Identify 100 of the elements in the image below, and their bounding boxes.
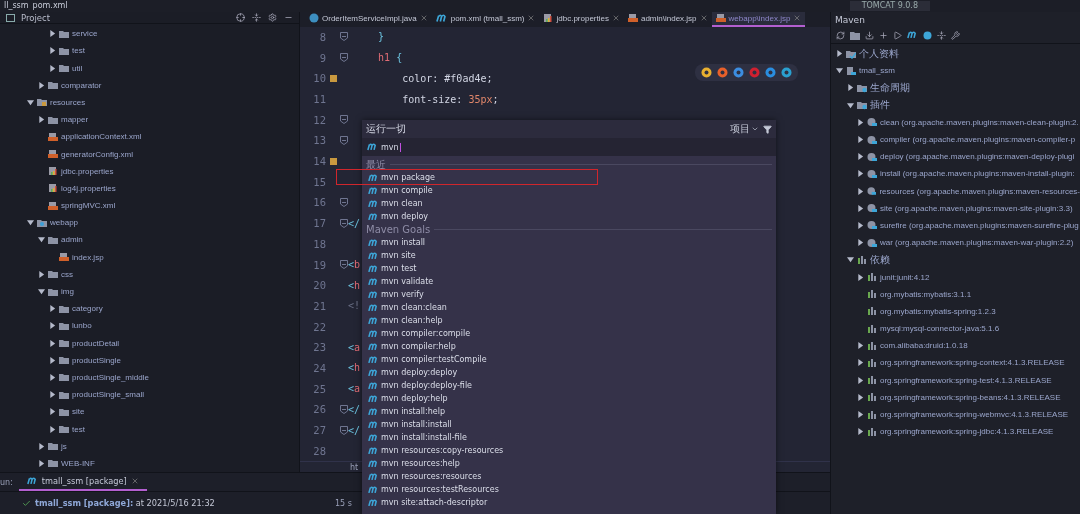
fold-icon[interactable] (340, 218, 348, 228)
fold-icon[interactable] (340, 32, 348, 42)
tree-item[interactable]: 依赖 (869, 252, 890, 267)
breadcrumb-item[interactable]: pom.xml (32, 1, 68, 11)
settings-icon[interactable] (951, 30, 960, 40)
command-item[interactable]: mvn validate (362, 275, 434, 288)
tree-item[interactable]: compiler (org.apache.maven.plugins:maven-compiler-p (880, 135, 1076, 145)
command-item[interactable]: mvn compiler:compile (362, 327, 471, 340)
editor-tab[interactable]: jdbc.properties (539, 12, 624, 27)
command-item[interactable]: mvn install (362, 236, 426, 249)
tree-item[interactable]: org.springframework:spring-context:4.1.3.RELEASE (880, 358, 1065, 368)
browser-icon[interactable] (733, 67, 744, 78)
collapsed-arrow-icon[interactable] (857, 411, 864, 419)
collapsed-arrow-icon[interactable] (49, 373, 56, 381)
tree-item[interactable]: war (org.apache.maven.plugins:maven-war-plugin:2.2) (880, 238, 1074, 248)
close-icon[interactable] (130, 477, 139, 485)
fold-icon[interactable] (340, 404, 348, 414)
expanded-arrow-icon[interactable] (27, 219, 34, 227)
tree-item[interactable]: css (61, 269, 73, 279)
run-tab[interactable]: tmall_ssm [package] (18, 473, 147, 491)
collapsed-arrow-icon[interactable] (38, 81, 45, 89)
collapsed-arrow-icon[interactable] (49, 305, 56, 313)
tree-item[interactable]: mapper (61, 115, 89, 125)
fold-icon[interactable] (340, 260, 348, 269)
search-field[interactable]: mvn (362, 138, 776, 156)
run-configuration-dropdown[interactable]: TOMCAT 9.0.8 (849, 1, 930, 11)
collapsed-arrow-icon[interactable] (857, 239, 864, 247)
collapsed-arrow-icon[interactable] (846, 84, 854, 92)
command-item[interactable]: mvn resources:testResources (362, 483, 499, 496)
download-icon[interactable] (865, 30, 874, 40)
editor-tab[interactable]: OrderItemServiceImpl.java (305, 12, 432, 27)
collapsed-arrow-icon[interactable] (857, 204, 864, 212)
command-item[interactable]: mvn clean (362, 197, 423, 210)
close-icon[interactable] (699, 14, 708, 23)
tree-item[interactable]: productSingle_middle (72, 372, 149, 382)
command-item[interactable]: mvn package (362, 171, 435, 184)
tree-item[interactable]: log4j.properties (61, 183, 116, 193)
expanded-arrow-icon[interactable] (846, 256, 854, 264)
expanded-arrow-icon[interactable] (38, 288, 45, 296)
tree-item[interactable]: webapp (50, 218, 79, 228)
command-item[interactable]: mvn compiler:testCompile (362, 353, 487, 366)
tree-item[interactable]: resources (50, 97, 86, 107)
fold-icon[interactable] (340, 425, 348, 435)
expanded-arrow-icon[interactable] (836, 67, 843, 75)
collapsed-arrow-icon[interactable] (857, 187, 864, 195)
command-item[interactable]: mvn deploy (362, 210, 429, 223)
fold-icon[interactable] (340, 53, 348, 63)
fold-icon[interactable] (340, 135, 348, 145)
tree-item[interactable]: resources (org.apache.maven.plugins:maven-resources- (879, 186, 1080, 196)
toggle-icon[interactable] (923, 30, 932, 40)
command-item[interactable]: mvn deploy:deploy (362, 366, 458, 379)
collapsed-arrow-icon[interactable] (857, 428, 864, 436)
collapsed-arrow-icon[interactable] (857, 170, 864, 178)
collapsed-arrow-icon[interactable] (49, 64, 56, 72)
command-item[interactable]: mvn deploy:deploy-file (362, 379, 473, 392)
collapsed-arrow-icon[interactable] (836, 50, 843, 58)
collapsed-arrow-icon[interactable] (38, 116, 45, 124)
tree-item[interactable]: jdbc.properties (61, 166, 114, 176)
collapsed-arrow-icon[interactable] (49, 391, 56, 399)
collapsed-arrow-icon[interactable] (38, 270, 45, 278)
browser-icon[interactable] (765, 67, 776, 78)
tree-item[interactable]: install (org.apache.maven.plugins:maven-install-plugin: (880, 169, 1075, 179)
command-item[interactable]: mvn site (362, 249, 416, 262)
scope-dropdown[interactable]: 项目 (730, 122, 759, 136)
tree-item[interactable]: comparator (61, 80, 102, 90)
breadcrumb-item[interactable]: ll_ssm (4, 1, 29, 11)
command-item[interactable]: mvn test (362, 262, 417, 275)
tree-item[interactable]: index.jsp (72, 252, 104, 262)
panel-title[interactable]: Project (21, 12, 51, 23)
collapsed-arrow-icon[interactable] (857, 118, 864, 126)
collapsed-arrow-icon[interactable] (49, 47, 56, 55)
close-icon[interactable] (611, 14, 620, 23)
collapsed-arrow-icon[interactable] (857, 136, 864, 144)
editor-tab[interactable]: pom.xml (tmall_ssm) (431, 12, 540, 27)
folder-icon[interactable] (850, 30, 860, 40)
tree-item[interactable]: mysql:mysql-connector-java:5.1.6 (880, 324, 1000, 334)
tree-item[interactable]: org.mybatis:mybatis:3.1.1 (880, 289, 972, 299)
tree-item[interactable]: org.springframework:spring-jdbc:4.1.3.RELEASE (880, 427, 1054, 437)
editor-tab[interactable]: webapp\index.jsp (711, 12, 806, 27)
browser-icon[interactable] (781, 67, 792, 78)
collapsed-arrow-icon[interactable] (38, 442, 45, 450)
tree-item[interactable]: tmall_ssm (859, 66, 895, 76)
collapsed-arrow-icon[interactable] (49, 356, 56, 364)
collapse-icon[interactable] (937, 30, 946, 40)
collapsed-arrow-icon[interactable] (857, 359, 864, 367)
expanded-arrow-icon[interactable] (846, 101, 854, 109)
tree-item[interactable]: com.alibaba:druid:1.0.18 (880, 341, 968, 351)
command-item[interactable]: mvn verify (362, 288, 424, 301)
tree-item[interactable]: productSingle_small (72, 390, 145, 400)
tree-item[interactable]: site (72, 407, 85, 417)
command-item[interactable]: mvn clean:clean (362, 301, 447, 314)
close-icon[interactable] (527, 14, 536, 23)
tree-item[interactable]: lunbo (72, 321, 92, 331)
collapsed-arrow-icon[interactable] (49, 322, 56, 330)
tree-item[interactable]: productDetail (72, 338, 120, 348)
tree-item[interactable]: 生命周期 (869, 80, 910, 95)
run-icon[interactable] (893, 30, 902, 40)
command-item[interactable]: mvn resources:copy-resources (362, 444, 504, 457)
reload-icon[interactable] (836, 30, 845, 40)
tree-item[interactable]: test (72, 424, 85, 434)
